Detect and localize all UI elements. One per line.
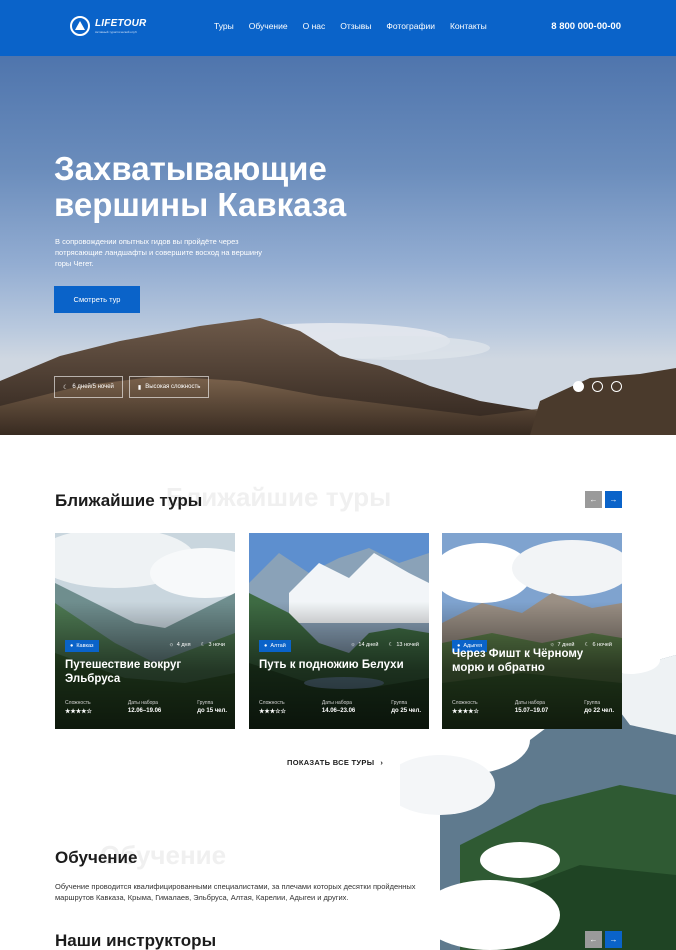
- tour-title: Через Фишт к Чёрному морю и обратно: [452, 648, 584, 674]
- tour-dates: 12.06–19.06: [127, 708, 162, 714]
- duration-label: 6 дней/5 ночей: [72, 384, 114, 390]
- tour-dates: 14.06–23.06: [321, 708, 356, 714]
- mountain-logo-icon: [70, 16, 90, 36]
- moon-icon: ☾: [200, 642, 206, 648]
- education-title: Обучение: [55, 848, 138, 867]
- nav-reviews[interactable]: Отзывы: [340, 21, 371, 31]
- bars-icon: ▮: [137, 384, 142, 391]
- location-pin-icon: ●: [264, 643, 268, 649]
- region-badge: ● Кавказ: [65, 640, 99, 652]
- group-size: до 22 чел.: [584, 708, 614, 714]
- difficulty-tag: ▮ Высокая сложность: [128, 376, 210, 398]
- hero-tags: ☾ 6 дней/5 ночей ▮ Высокая сложность: [54, 376, 210, 398]
- main-nav: Туры Обучение О нас Отзывы Фотографии Ко…: [214, 21, 487, 31]
- region-badge: ● Алтай: [259, 640, 291, 652]
- moon-icon: ☾: [63, 384, 69, 391]
- instructors-slider-arrows: ← →: [585, 931, 622, 948]
- nav-about[interactable]: О нас: [303, 21, 326, 31]
- phone-number[interactable]: 8 800 000-00-00: [551, 21, 621, 32]
- arrow-right-icon[interactable]: →: [605, 491, 622, 508]
- slide-dot-2[interactable]: [592, 381, 603, 392]
- slide-dot-3[interactable]: [611, 381, 622, 392]
- moon-icon: ☾: [388, 642, 394, 648]
- region-label: Алтай: [270, 643, 286, 649]
- hero-title-line1: Захватывающие: [54, 150, 327, 187]
- tour-title: Путешествие вокруг Эльбруса: [65, 659, 182, 685]
- duration-tag: ☾ 6 дней/5 ночей: [54, 376, 123, 398]
- slide-dot-1[interactable]: [573, 381, 584, 392]
- tour-stats: Сложность ★★★☆☆ Даты набора 14.06–23.06 Гр…: [259, 700, 421, 715]
- chevron-right-icon: ›: [380, 758, 384, 767]
- brand-name: LIFETOUR: [95, 18, 147, 29]
- arrow-right-icon[interactable]: →: [605, 931, 622, 948]
- sun-icon: ☼: [350, 642, 356, 648]
- nav-education[interactable]: Обучение: [249, 21, 288, 31]
- tour-stats: Сложность ★★★★☆ Даты набора 12.06–19.06 Гр…: [65, 700, 227, 715]
- group-size: до 15 чел.: [197, 708, 227, 714]
- tour-card[interactable]: ● Кавказ ☼ 4 дня ☾ 3 ночи Путешествие вокр…: [55, 533, 235, 729]
- arrow-left-icon[interactable]: ←: [585, 931, 602, 948]
- nav-photos[interactable]: Фотографии: [386, 21, 435, 31]
- hero-title-line2: вершины Кавказа: [54, 186, 347, 223]
- hero-banner: Захватывающие вершины Кавказа В сопровож…: [0, 56, 676, 435]
- tour-card[interactable]: ● Алтай ☼ 14 дней ☾ 13 ночей Путь к поднож…: [249, 533, 429, 729]
- region-label: Кавказ: [76, 643, 94, 649]
- sun-icon: ☼: [168, 642, 174, 648]
- difficulty-stars: ★★★☆☆: [259, 709, 286, 715]
- brand-subtitle: Активный туристический клуб: [95, 30, 137, 34]
- tours-slider-arrows: ← →: [585, 491, 622, 508]
- location-pin-icon: ●: [70, 643, 74, 649]
- tour-card[interactable]: ● Адыгея ☼ 7 дней ☾ 6 ночей Через Фишт к Ч…: [442, 533, 622, 729]
- group-size: до 25 чел.: [391, 708, 421, 714]
- instructors-title: Наши инструкторы: [55, 931, 217, 950]
- view-tour-button[interactable]: Смотреть тур: [54, 286, 140, 313]
- nav-contacts[interactable]: Контакты: [450, 21, 487, 31]
- difficulty-label: Высокая сложность: [145, 384, 201, 390]
- difficulty-stars: ★★★★☆: [452, 709, 479, 715]
- education-description: Обучение проводится квалифицированными с…: [55, 882, 416, 902]
- tour-stats: Сложность ★★★★☆ Даты набора 15.07–19.07 Гр…: [452, 700, 614, 715]
- show-all-tours-link[interactable]: ПОКАЗАТЬ ВСЕ ТУРЫ ›: [287, 758, 383, 767]
- tour-duration: ☼ 4 дня ☾ 3 ночи: [168, 642, 225, 648]
- arrow-left-icon[interactable]: ←: [585, 491, 602, 508]
- tours-title: Ближайшие туры: [55, 491, 203, 510]
- nav-tours[interactable]: Туры: [214, 21, 234, 31]
- show-all-label: ПОКАЗАТЬ ВСЕ ТУРЫ: [287, 758, 375, 767]
- hero-description: В сопровождении опытных гидов вы пройдёт…: [55, 237, 263, 268]
- tour-dates: 15.07–19.07: [514, 708, 549, 714]
- slider-dots: [573, 381, 622, 392]
- tour-title: Путь к подножию Белухи: [259, 659, 404, 671]
- tour-duration: ☼ 14 дней ☾ 13 ночей: [350, 642, 419, 648]
- logo[interactable]: LIFETOUR Активный туристический клуб: [70, 16, 146, 36]
- difficulty-stars: ★★★★☆: [65, 709, 92, 715]
- hero-title: Захватывающие вершины Кавказа: [54, 151, 474, 223]
- site-header: LIFETOUR Активный туристический клуб Тур…: [0, 0, 676, 56]
